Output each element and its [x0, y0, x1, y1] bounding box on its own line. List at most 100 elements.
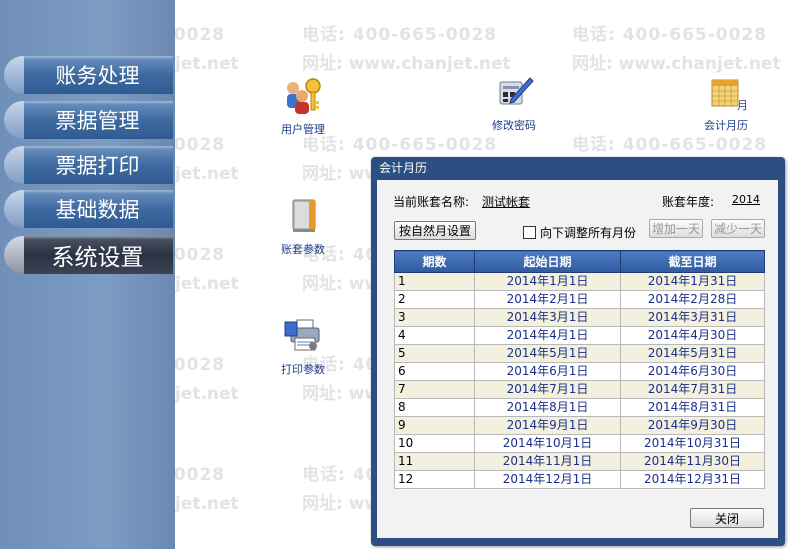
- adjust-all-months-checkbox[interactable]: [523, 226, 536, 239]
- tool-label: 会计月历: [704, 119, 748, 132]
- watermark: 电话: 400-665-0028 网址: www.chanjet.net: [302, 20, 511, 74]
- end-date-cell: 2014年2月28日: [620, 290, 765, 309]
- add-day-button[interactable]: 增加一天: [649, 219, 703, 238]
- table-row[interactable]: 3 2014年3月1日 2014年3月31日: [394, 308, 765, 327]
- tool-accounting-calendar[interactable]: 月 会计月历: [698, 72, 754, 133]
- period-cell: 9: [394, 416, 475, 435]
- table-row[interactable]: 9 2014年9月1日 2014年9月30日: [394, 416, 765, 435]
- end-date-cell: 2014年1月31日: [620, 272, 765, 291]
- start-date-cell: 2014年6月1日: [474, 362, 621, 381]
- table-row[interactable]: 2 2014年2月1日 2014年2月28日: [394, 290, 765, 309]
- end-date-cell: 2014年11月30日: [620, 452, 765, 471]
- sidebar-item-label: 票据打印: [55, 154, 140, 178]
- dialog-title: 会计月历: [379, 161, 428, 175]
- year-value: 2014: [732, 193, 760, 206]
- table-row[interactable]: 7 2014年7月1日 2014年7月31日: [394, 380, 765, 399]
- sidebar-item-accounting[interactable]: 账务处理: [4, 56, 173, 94]
- tool-label: 账套参数: [281, 243, 325, 256]
- period-cell: 3: [394, 308, 475, 327]
- tool-label: 修改密码: [492, 119, 536, 132]
- table-row[interactable]: 8 2014年8月1日 2014年8月31日: [394, 398, 765, 417]
- end-date-cell: 2014年5月31日: [620, 344, 765, 363]
- period-cell: 5: [394, 344, 475, 363]
- book-icon: [292, 199, 316, 232]
- tool-label: 用户管理: [281, 123, 325, 136]
- sidebar-item-voucher-print[interactable]: 票据打印: [4, 146, 173, 184]
- account-name-label: 当前账套名称:: [393, 195, 470, 209]
- year-label: 账套年度:: [662, 195, 715, 209]
- subtract-day-button[interactable]: 减少一天: [711, 219, 765, 238]
- table-row[interactable]: 10 2014年10月1日 2014年10月31日: [394, 434, 765, 453]
- start-date-cell: 2014年4月1日: [474, 326, 621, 345]
- account-name-value: 测试帐套: [482, 195, 531, 209]
- end-date-cell: 2014年10月31日: [620, 434, 765, 453]
- start-date-cell: 2014年2月1日: [474, 290, 621, 309]
- end-date-cell: 2014年3月31日: [620, 308, 765, 327]
- sidebar-item-label: 票据管理: [55, 109, 140, 133]
- period-cell: 6: [394, 362, 475, 381]
- period-cell: 11: [394, 452, 475, 471]
- start-date-cell: 2014年5月1日: [474, 344, 621, 363]
- nav-knob: [4, 236, 24, 274]
- watermark-site: 网址: www.chanjet.net: [302, 54, 511, 74]
- close-button[interactable]: 关闭: [690, 508, 764, 528]
- start-date-cell: 2014年10月1日: [474, 434, 621, 453]
- svg-text:月: 月: [737, 99, 746, 112]
- start-date-cell: 2014年1月1日: [474, 272, 621, 291]
- column-header-end-date: 截至日期: [620, 250, 765, 273]
- tool-print-params[interactable]: 打印参数: [276, 316, 330, 377]
- nav-knob: [4, 56, 24, 94]
- calendar-table: 期数 起始日期 截至日期 1 2014年1月1日 2014年1月31日 2 2014年2…: [394, 250, 765, 489]
- sidebar-item-label: 账务处理: [55, 64, 140, 88]
- table-header-row: 期数 起始日期 截至日期: [394, 250, 765, 273]
- start-date-cell: 2014年8月1日: [474, 398, 621, 417]
- tool-account-params[interactable]: 账套参数: [276, 196, 330, 257]
- tool-change-password[interactable]: 修改密码: [486, 72, 542, 133]
- sidebar-item-voucher-mgmt[interactable]: 票据管理: [4, 101, 173, 139]
- natural-month-button[interactable]: 按自然月设置: [394, 221, 476, 240]
- users-key-icon: [287, 78, 321, 114]
- period-cell: 12: [394, 470, 475, 489]
- end-date-cell: 2014年8月31日: [620, 398, 765, 417]
- start-date-cell: 2014年3月1日: [474, 308, 621, 327]
- watermark-site: 网址: www.chanjet.net: [572, 54, 781, 74]
- table-row[interactable]: 5 2014年5月1日 2014年5月31日: [394, 344, 765, 363]
- sidebar-item-basic-data[interactable]: 基础数据: [4, 190, 173, 228]
- period-cell: 2: [394, 290, 475, 309]
- sidebar-item-label: 基础数据: [55, 198, 140, 222]
- watermark-phone: 电话: 400-665-0028: [572, 135, 768, 155]
- watermark: 电话: 400-665-0028 网址: www.chanjet.net: [572, 20, 781, 74]
- start-date-cell: 2014年11月1日: [474, 452, 621, 471]
- end-date-cell: 2014年12月31日: [620, 470, 765, 489]
- end-date-cell: 2014年6月30日: [620, 362, 765, 381]
- start-date-cell: 2014年7月1日: [474, 380, 621, 399]
- table-row[interactable]: 1 2014年1月1日 2014年1月31日: [394, 272, 765, 291]
- period-cell: 7: [394, 380, 475, 399]
- watermark-phone: 电话: 400-665-0028: [302, 135, 498, 155]
- watermark-phone: 电话: 400-665-0028: [302, 25, 498, 45]
- column-header-period: 期数: [394, 250, 475, 273]
- end-date-cell: 2014年4月30日: [620, 326, 765, 345]
- period-cell: 4: [394, 326, 475, 345]
- sidebar-item-label: 系统设置: [51, 245, 144, 271]
- accounting-calendar-dialog: 会计月历 当前账套名称: 测试帐套 账套年度: 2014 按自然月设置 向下调整…: [371, 157, 785, 546]
- password-edit-icon: [499, 77, 534, 105]
- table-row[interactable]: 4 2014年4月1日 2014年4月30日: [394, 326, 765, 345]
- watermark-phone: 电话: 400-665-0028: [572, 25, 768, 45]
- start-date-cell: 2014年12月1日: [474, 470, 621, 489]
- period-cell: 10: [394, 434, 475, 453]
- sidebar-item-system-settings[interactable]: 系统设置: [4, 236, 173, 274]
- table-row[interactable]: 11 2014年11月1日 2014年11月30日: [394, 452, 765, 471]
- nav-knob: [4, 190, 24, 228]
- end-date-cell: 2014年9月30日: [620, 416, 765, 435]
- period-cell: 1: [394, 272, 475, 291]
- sidebar: 账务处理 票据管理 票据打印 基础数据 系统设置: [0, 0, 175, 549]
- end-date-cell: 2014年7月31日: [620, 380, 765, 399]
- table-row[interactable]: 6 2014年6月1日 2014年6月30日: [394, 362, 765, 381]
- adjust-all-months-label: 向下调整所有月份: [540, 226, 637, 240]
- calendar-icon: 月: [711, 79, 748, 112]
- tool-user-management[interactable]: 用户管理: [276, 76, 330, 137]
- printer-icon: [284, 319, 320, 351]
- table-row[interactable]: 12 2014年12月1日 2014年12月31日: [394, 470, 765, 489]
- nav-knob: [4, 101, 24, 139]
